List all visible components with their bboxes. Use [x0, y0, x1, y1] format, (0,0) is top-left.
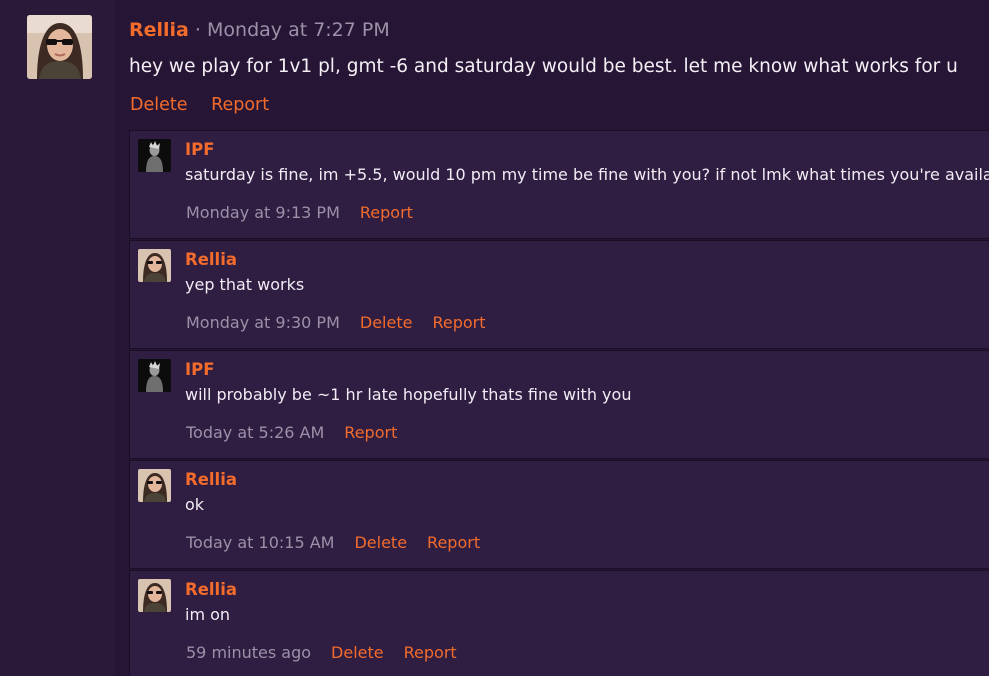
reply-item: Rellia yep that works Monday at 9:30 PM D… — [129, 240, 989, 349]
post-timestamp[interactable]: Monday at 7:27 PM — [207, 19, 390, 41]
reply-item: Rellia ok Today at 10:15 AM Delete Report — [129, 460, 989, 569]
ipf-avatar[interactable] — [138, 139, 171, 172]
reply-item: Rellia im on 59 minutes ago Delete Report — [129, 570, 989, 676]
post-header: Rellia · Monday at 7:27 PM — [129, 17, 390, 43]
reply-report-link[interactable]: Report — [404, 643, 457, 662]
reply-meta: Today at 10:15 AM Delete Report — [186, 533, 480, 552]
reply-text: will probably be ~1 hr late hopefully th… — [185, 385, 632, 404]
reply-text: ok — [185, 495, 205, 514]
reply-text: im on — [185, 605, 231, 624]
ipf-avatar[interactable] — [138, 359, 171, 392]
reply-timestamp[interactable]: Today at 5:26 AM — [186, 423, 324, 442]
reply-meta: Monday at 9:13 PM Report — [186, 203, 413, 222]
reply-timestamp[interactable]: 59 minutes ago — [186, 643, 311, 662]
reply-timestamp[interactable]: Monday at 9:13 PM — [186, 203, 340, 222]
post-text: hey we play for 1v1 pl, gmt -6 and satur… — [129, 56, 958, 77]
reply-text: yep that works — [185, 275, 305, 294]
reply-report-link[interactable]: Report — [344, 423, 397, 442]
reply-delete-link[interactable]: Delete — [354, 533, 407, 552]
post-report-link[interactable]: Report — [211, 95, 269, 115]
reply-author[interactable]: IPF — [185, 140, 215, 159]
reply-text: saturday is fine, im +5.5, would 10 pm m… — [185, 165, 989, 184]
reply-delete-link[interactable]: Delete — [331, 643, 384, 662]
profile-post-thread: Rellia · Monday at 7:27 PM hey we play f… — [0, 0, 989, 676]
reply-timestamp[interactable]: Today at 10:15 AM — [186, 533, 334, 552]
reply-report-link[interactable]: Report — [432, 313, 485, 332]
reply-report-link[interactable]: Report — [427, 533, 480, 552]
reply-report-link[interactable]: Report — [360, 203, 413, 222]
reply-meta: 59 minutes ago Delete Report — [186, 643, 457, 662]
reply-meta: Monday at 9:30 PM Delete Report — [186, 313, 486, 332]
reply-delete-link[interactable]: Delete — [360, 313, 413, 332]
reply-author[interactable]: Rellia — [185, 250, 237, 269]
post-separator: · — [188, 19, 208, 41]
post-author[interactable]: Rellia — [129, 19, 189, 41]
reply-meta: Today at 5:26 AM Report — [186, 423, 397, 442]
reply-author[interactable]: Rellia — [185, 580, 237, 599]
reply-author[interactable]: Rellia — [185, 470, 237, 489]
rellia-avatar[interactable] — [138, 469, 171, 502]
rellia-avatar[interactable] — [27, 15, 92, 79]
reply-item: IPF saturday is fine, im +5.5, would 10 … — [129, 130, 989, 239]
reply-timestamp[interactable]: Monday at 9:30 PM — [186, 313, 340, 332]
post-delete-link[interactable]: Delete — [130, 95, 188, 115]
reply-item: IPF will probably be ~1 hr late hopefull… — [129, 350, 989, 459]
rellia-avatar[interactable] — [138, 249, 171, 282]
post-actions: Delete Report — [130, 93, 269, 117]
rellia-avatar[interactable] — [138, 579, 171, 612]
reply-author[interactable]: IPF — [185, 360, 215, 379]
